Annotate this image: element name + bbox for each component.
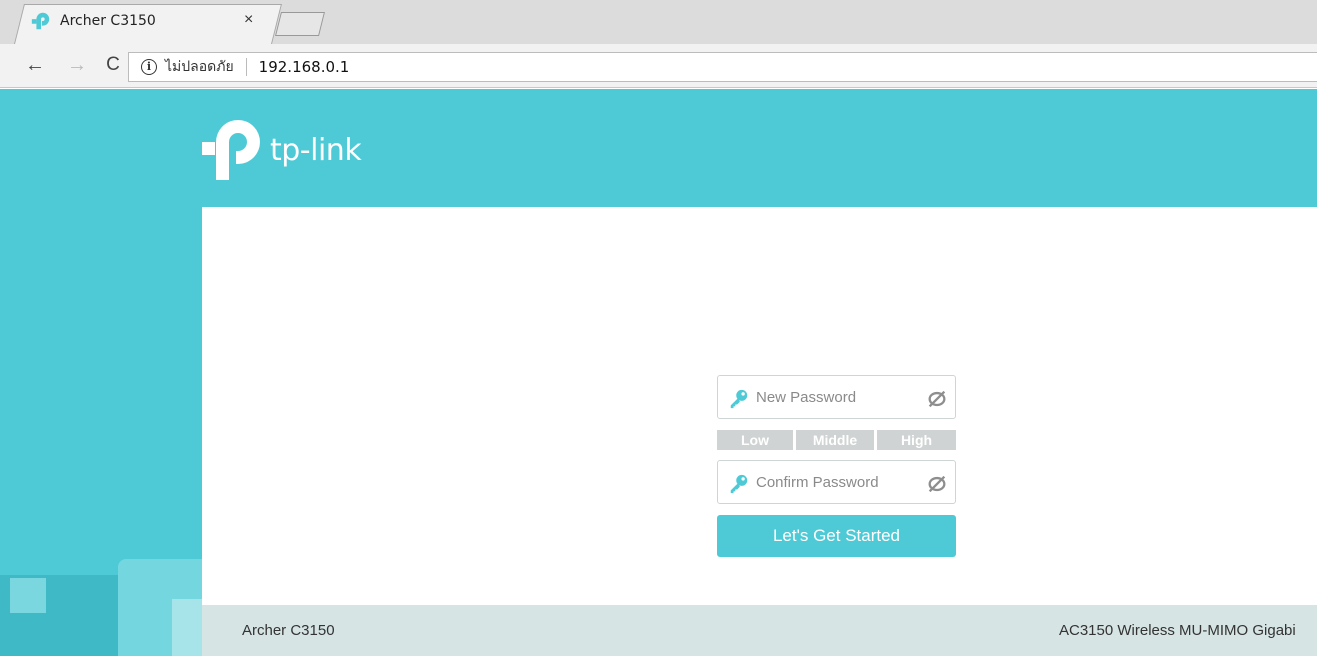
password-strength-meter: Low Middle High bbox=[717, 430, 956, 450]
strength-middle: Middle bbox=[796, 430, 874, 450]
strength-low: Low bbox=[717, 430, 793, 450]
browser-toolbar: ← → C i ไม่ปลอดภัย 192.168.0.1 bbox=[0, 44, 1317, 88]
router-page: tp-link Archer C3150 AC3150 Wireless MU-… bbox=[0, 89, 1317, 656]
close-tab-icon[interactable]: × bbox=[244, 10, 253, 30]
tp-link-logo-icon bbox=[202, 120, 260, 180]
confirm-password-field[interactable] bbox=[717, 460, 956, 504]
info-icon[interactable]: i bbox=[141, 59, 157, 75]
footer-model: Archer C3150 bbox=[242, 622, 335, 639]
new-password-field[interactable] bbox=[717, 375, 956, 419]
footer-bar: Archer C3150 AC3150 Wireless MU-MIMO Gig… bbox=[202, 605, 1317, 656]
eye-hidden-icon[interactable] bbox=[926, 473, 948, 495]
tab-title: Archer C3150 bbox=[60, 13, 156, 29]
decor-block bbox=[10, 578, 46, 613]
url-text[interactable]: 192.168.0.1 bbox=[259, 58, 350, 76]
brand-logo: tp-link bbox=[202, 118, 362, 182]
address-bar[interactable]: i ไม่ปลอดภัย 192.168.0.1 bbox=[128, 52, 1317, 82]
new-password-input[interactable] bbox=[756, 384, 916, 410]
security-label[interactable]: ไม่ปลอดภัย bbox=[165, 56, 234, 78]
strength-high: High bbox=[877, 430, 956, 450]
forward-icon[interactable]: → bbox=[64, 52, 90, 78]
brand-name: tp-link bbox=[270, 132, 362, 168]
key-icon bbox=[730, 474, 748, 494]
new-tab-button[interactable] bbox=[275, 12, 325, 36]
address-divider bbox=[245, 58, 247, 76]
key-icon bbox=[730, 389, 748, 409]
lets-get-started-button[interactable]: Let's Get Started bbox=[717, 515, 956, 557]
tab-label-group[interactable]: Archer C3150 bbox=[30, 9, 156, 33]
footer-description: AC3150 Wireless MU-MIMO Gigabi bbox=[1059, 622, 1296, 639]
browser-tabstrip: Archer C3150 × bbox=[0, 0, 1317, 44]
tp-link-logo-icon bbox=[31, 12, 50, 30]
back-icon[interactable]: ← bbox=[22, 52, 48, 78]
eye-hidden-icon[interactable] bbox=[926, 388, 948, 410]
reload-icon[interactable]: C bbox=[100, 52, 126, 78]
confirm-password-input[interactable] bbox=[756, 469, 916, 495]
decor-block bbox=[172, 599, 202, 656]
